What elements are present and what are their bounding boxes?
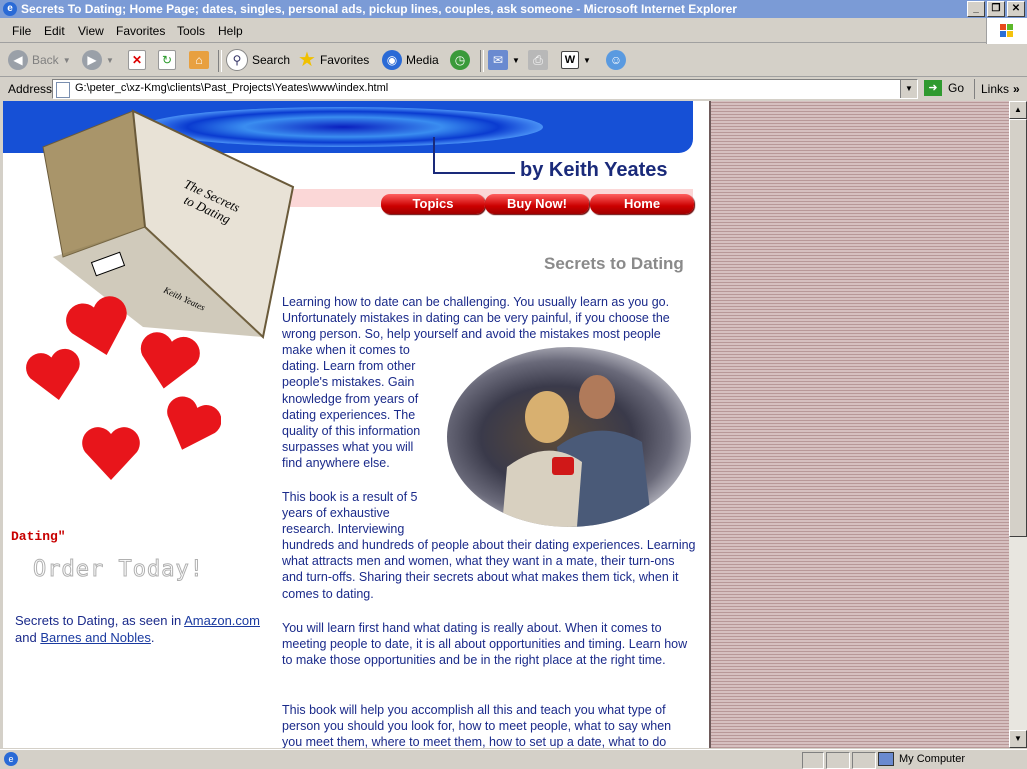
messenger-button[interactable]: ☺: [606, 49, 626, 71]
edit-dropdown-icon: ▼: [583, 55, 591, 65]
nav-topics-button[interactable]: Topics: [381, 194, 485, 214]
nav-buy-now-button[interactable]: Buy Now!: [485, 194, 589, 214]
mail-button[interactable]: ✉ ▼: [488, 49, 520, 71]
go-arrow-icon: ➜: [924, 80, 942, 96]
heart-icon: [167, 396, 221, 450]
couple-photo: [447, 347, 691, 527]
home-icon: ⌂: [189, 51, 209, 69]
barnes-nobles-link[interactable]: Barnes and Nobles: [40, 630, 151, 645]
menu-help[interactable]: Help: [218, 24, 243, 38]
page-title: Secrets to Dating: [544, 254, 684, 273]
history-icon: ◷: [450, 50, 470, 70]
back-button[interactable]: ◀ Back ▼: [8, 49, 71, 71]
zone-indicator: My Computer: [878, 752, 965, 766]
edit-button[interactable]: W ▼: [561, 49, 591, 71]
window-title: Secrets To Dating; Home Page; dates, sin…: [21, 2, 737, 16]
print-button[interactable]: ⎙: [528, 49, 548, 71]
vertical-scrollbar[interactable]: ▲ ▼: [1009, 101, 1027, 748]
maximize-button[interactable]: ❐: [987, 1, 1005, 17]
messenger-icon: ☺: [606, 50, 626, 70]
home-button[interactable]: ⌂: [189, 49, 209, 71]
intro-paragraph-cont: make when it comes to dating. Learn from…: [282, 343, 421, 471]
dating-opportunity-paragraph: You will learn first hand what dating is…: [282, 621, 688, 668]
menu-bar: File Edit View Favorites Tools Help: [0, 20, 1027, 43]
mail-icon: ✉: [488, 50, 508, 70]
heart-icon: [26, 348, 80, 400]
byline: by Keith Yeates: [520, 159, 668, 181]
scroll-down-icon[interactable]: ▼: [1009, 730, 1027, 748]
heart-icon: [140, 332, 200, 389]
heart-icon: [82, 427, 140, 480]
research-paragraph: This book is a result of 5 years of exha…: [282, 490, 418, 537]
search-icon: ⚲: [226, 49, 248, 71]
refresh-button[interactable]: ↻: [158, 49, 176, 71]
address-bar: Address G:\peter_c\xz-Kmg\clients\Past_P…: [0, 78, 1027, 100]
title-bar: e Secrets To Dating; Home Page; dates, s…: [0, 0, 1027, 18]
go-button[interactable]: ➜ Go: [924, 80, 964, 96]
word-edit-icon: W: [561, 51, 579, 69]
stop-icon: ✕: [128, 50, 146, 70]
menu-edit[interactable]: Edit: [44, 24, 65, 38]
scroll-thumb[interactable]: [1009, 119, 1027, 537]
forward-dropdown-icon: ▼: [106, 55, 114, 65]
windows-flag-icon: [1000, 24, 1013, 37]
book-help-paragraph: This book will help you accomplish all t…: [282, 703, 672, 748]
menu-file[interactable]: File: [12, 24, 31, 38]
menu-tools[interactable]: Tools: [177, 24, 205, 38]
page-viewport: by Keith Yeates Topics Buy Now! Home The…: [3, 101, 1009, 748]
order-today-link[interactable]: Order Today!: [33, 557, 204, 583]
forward-button[interactable]: ▶ ▼: [82, 49, 114, 71]
stop-button[interactable]: ✕: [128, 49, 146, 71]
refresh-icon: ↻: [158, 50, 176, 70]
mail-dropdown-icon: ▼: [512, 55, 520, 65]
page-status-icon: e: [4, 752, 18, 766]
nav-home-button[interactable]: Home: [590, 194, 694, 214]
windows-logo: [986, 18, 1027, 44]
star-icon: ★: [298, 49, 316, 71]
ie-icon: e: [3, 2, 17, 16]
address-dropdown-icon[interactable]: ▼: [900, 80, 917, 98]
computer-icon: [878, 752, 894, 766]
menu-view[interactable]: View: [78, 24, 104, 38]
close-button[interactable]: ✕: [1007, 1, 1025, 17]
links-button[interactable]: Links »: [974, 79, 1020, 99]
dating-text: Dating": [11, 529, 66, 544]
amazon-link[interactable]: Amazon.com: [184, 613, 260, 628]
minimize-button[interactable]: _: [967, 1, 985, 17]
media-icon: ◉: [382, 50, 402, 70]
back-dropdown-icon: ▼: [62, 55, 71, 65]
print-icon: ⎙: [528, 50, 548, 70]
research-paragraph-cont: hundreds and hundreds of people about th…: [282, 538, 696, 601]
intro-paragraph: Learning how to date can be challenging.…: [282, 295, 670, 342]
page-icon: [56, 82, 70, 98]
favorites-button[interactable]: ★ Favorites: [298, 49, 369, 71]
status-bar: e My Computer: [0, 749, 1027, 769]
scroll-up-icon[interactable]: ▲: [1009, 101, 1027, 119]
forward-arrow-icon: ▶: [82, 50, 102, 70]
toolbar: ◀ Back ▼ ▶ ▼ ✕ ↻ ⌂ ⚲ Search ★ Favorites …: [0, 44, 1027, 77]
address-input[interactable]: G:\peter_c\xz-Kmg\clients\Past_Projects\…: [52, 79, 918, 99]
menu-favorites[interactable]: Favorites: [116, 24, 165, 38]
media-button[interactable]: ◉ Media: [382, 49, 439, 71]
back-arrow-icon: ◀: [8, 50, 28, 70]
chevron-right-icon: »: [1013, 82, 1020, 96]
search-button[interactable]: ⚲ Search: [226, 49, 290, 71]
address-label: Address: [8, 82, 53, 96]
address-url[interactable]: G:\peter_c\xz-Kmg\clients\Past_Projects\…: [75, 82, 388, 94]
history-button[interactable]: ◷: [450, 49, 470, 71]
retailer-note: Secrets to Dating, as seen in Amazon.com…: [15, 613, 260, 645]
right-background-panel: [709, 101, 1009, 748]
